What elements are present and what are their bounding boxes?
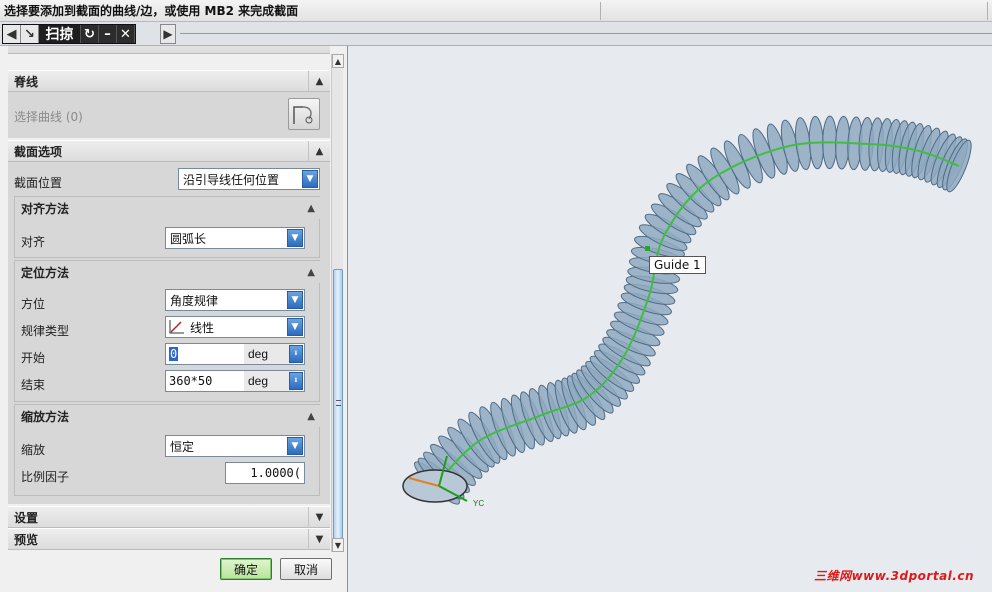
scale-dropdown[interactable]: 恒定 ▼ (165, 435, 305, 457)
section-ellipse[interactable] (402, 469, 468, 503)
scaling-header-label: 缩放方法 (21, 409, 70, 424)
guide-label: Guide 1 (649, 256, 706, 274)
scale-factor-value[interactable]: 1.0000( (250, 466, 301, 480)
command-toolbar: ◀ ↘ 扫掠 ↻ – ✕ ▶ (0, 22, 992, 46)
close-icon[interactable]: ✕ (117, 25, 135, 43)
align-label: 对齐 (21, 235, 46, 249)
alignment-header-label: 对齐方法 (21, 201, 70, 216)
linear-law-icon (169, 320, 184, 334)
graphics-viewport[interactable]: YC Guide 1 三维网www.3dportal.cn (349, 46, 992, 592)
section-options-label: 截面选项 (14, 144, 63, 159)
end-label: 结束 (21, 378, 46, 392)
dialog-content: 脊线 ▲ 选择曲线 (0) 截面选项 ▲ 截面位置 沿引导线任何位置 ▼ 对齐方… (4, 46, 330, 552)
scroll-down-icon[interactable]: ▼ (332, 538, 344, 552)
status-divider (600, 1, 601, 20)
curve-select-icon[interactable] (288, 98, 320, 130)
section-position-value: 沿引导线任何位置 (183, 172, 280, 187)
settings-header-label: 设置 (14, 510, 39, 525)
law-type-dropdown[interactable]: 线性 ▼ (165, 316, 305, 338)
chevron-right-icon[interactable]: ▶ (160, 24, 176, 44)
end-unit: deg (244, 371, 294, 391)
guide-point-marker[interactable] (645, 246, 650, 251)
spine-section-body: 选择曲线 (0) (8, 92, 330, 138)
align-value: 圆弧长 (170, 231, 207, 246)
spine-header-label: 脊线 (14, 74, 39, 89)
chevron-up-icon[interactable]: ▲ (308, 141, 330, 162)
cancel-button[interactable]: 取消 (280, 558, 332, 580)
scale-factor-label: 比例因子 (21, 470, 70, 484)
dialog-scrollbar[interactable]: ▲ ▼ (331, 54, 344, 552)
chevron-down-icon[interactable]: ▼ (302, 170, 318, 188)
watermark: 三维网www.3dportal.cn (814, 569, 974, 583)
chevron-down-icon[interactable]: ▼ (287, 318, 303, 336)
scale-factor-field[interactable]: 1.0000( (225, 462, 305, 484)
command-title: 扫掠 (39, 25, 81, 43)
orientation-header[interactable]: 定位方法 ▲ (15, 261, 321, 283)
section-position-label: 截面位置 (14, 176, 63, 190)
select-curve-label[interactable]: 选择曲线 (0) (14, 108, 83, 125)
align-dropdown[interactable]: 圆弧长 ▼ (165, 227, 305, 249)
law-type-value: 线性 (190, 320, 215, 335)
section-options-body: 截面位置 沿引导线任何位置 ▼ 对齐方法 ▲ 对齐 圆弧长 ▼ 定位方法 ▲ 方… (8, 162, 330, 504)
alignment-group: 对齐方法 ▲ 对齐 圆弧长 ▼ (14, 196, 321, 258)
scale-label: 缩放 (21, 443, 46, 457)
orientation-header-label: 定位方法 (21, 265, 70, 280)
orientation-dropdown[interactable]: 角度规律 ▼ (165, 289, 305, 311)
minus-icon[interactable]: – (99, 25, 117, 43)
status-bar: 选择要添加到截面的曲线/边，或使用 MB2 来完成截面 (0, 0, 992, 22)
scaling-group: 缩放方法 ▲ 缩放 恒定 ▼ 比例因子 1.0000( (14, 404, 321, 496)
sweep-command-strip: ◀ ↘ 扫掠 ↻ – ✕ (2, 24, 136, 44)
orientation-label: 方位 (21, 297, 46, 311)
preview-header-label: 预览 (14, 532, 39, 547)
section-options-header[interactable]: 截面选项 ▲ (8, 140, 330, 162)
scaling-header[interactable]: 缩放方法 ▲ (15, 405, 321, 427)
chevron-down-icon[interactable]: ▼ (287, 229, 303, 247)
section-position-dropdown[interactable]: 沿引导线任何位置 ▼ (178, 168, 320, 190)
orientation-value: 角度规律 (170, 293, 219, 308)
status-prompt: 选择要添加到截面的曲线/边，或使用 MB2 来完成截面 (4, 4, 299, 18)
orientation-group: 定位方法 ▲ 方位 角度规律 ▼ 规律类型 线性 ▼ 开始 0 deg ⬇ 结束… (14, 260, 321, 402)
settings-section-header[interactable]: 设置 ▼ (8, 506, 330, 528)
chevron-down-icon[interactable]: ▼ (287, 437, 303, 455)
status-divider (987, 1, 988, 20)
chevron-down-icon[interactable]: ▼ (287, 291, 303, 309)
chevron-up-icon[interactable]: ▲ (307, 203, 315, 214)
chevron-left-icon[interactable]: ◀ (3, 25, 21, 43)
chevron-down-icon[interactable]: ▼ (308, 507, 330, 528)
section-header-partial (8, 46, 330, 54)
chevron-up-icon[interactable]: ▲ (307, 411, 315, 422)
spine-section-header[interactable]: 脊线 ▲ (8, 70, 330, 92)
start-angle-field[interactable]: 0 deg ⬇ (165, 343, 305, 365)
scroll-thumb[interactable] (333, 269, 343, 539)
end-angle-field[interactable]: 360*50 deg ⬇ (165, 370, 305, 392)
swept-coil-model[interactable]: YC (349, 46, 992, 592)
undo-icon[interactable]: ↻ (81, 25, 99, 43)
start-unit: deg (244, 344, 294, 364)
arrow-cursor-icon[interactable]: ↘ (21, 25, 39, 43)
ok-button[interactable]: 确定 (220, 558, 272, 580)
alignment-header[interactable]: 对齐方法 ▲ (15, 197, 321, 219)
axis-label: YC (473, 499, 484, 508)
preview-section-header[interactable]: 预览 ▼ (8, 528, 330, 550)
grip-icon (336, 400, 341, 406)
start-label: 开始 (21, 351, 46, 365)
chevron-down-icon[interactable]: ▼ (308, 529, 330, 550)
scroll-up-icon[interactable]: ▲ (332, 54, 344, 68)
chevron-up-icon[interactable]: ▲ (308, 71, 330, 92)
toolbar-divider (180, 33, 992, 34)
end-value[interactable]: 360*50 (166, 374, 242, 388)
arrow-down-icon[interactable]: ⬇ (289, 345, 303, 363)
law-type-label: 规律类型 (21, 324, 70, 338)
start-value[interactable]: 0 (169, 347, 179, 361)
arrow-down-icon[interactable]: ⬇ (289, 372, 303, 390)
chevron-up-icon[interactable]: ▲ (307, 267, 315, 278)
sweep-dialog: 脊线 ▲ 选择曲线 (0) 截面选项 ▲ 截面位置 沿引导线任何位置 ▼ 对齐方… (0, 46, 348, 592)
scale-value: 恒定 (170, 439, 195, 454)
